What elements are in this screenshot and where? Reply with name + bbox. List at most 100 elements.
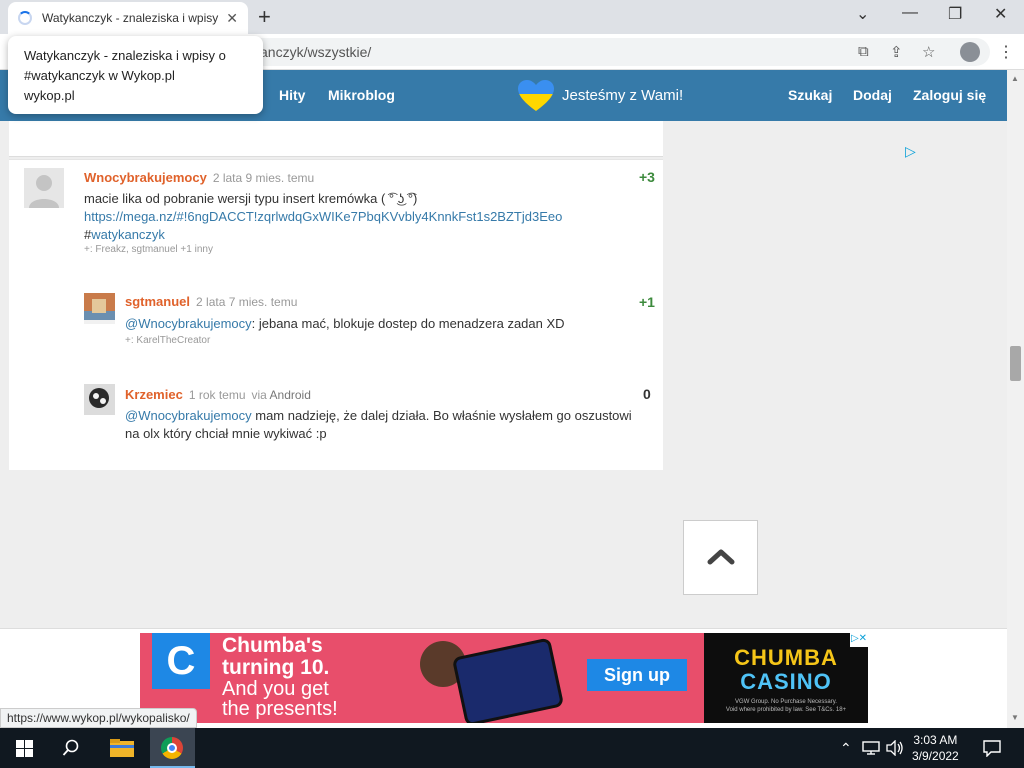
bookmark-star-icon[interactable]: ☆: [922, 43, 935, 61]
ad-fine-2: Void where prohibited by law. See T&Cs. …: [725, 707, 847, 713]
browser-tab[interactable]: Watykanczyk - znaleziska i wpisy ✕: [8, 2, 248, 34]
windows-taskbar: ⌃ 3:03 AM 3/9/2022: [0, 728, 1024, 768]
ad-headline: Chumba's turning 10.: [222, 635, 329, 679]
comment-line-1: @Wnocybrakujemocy mam nadzieję, że dalej…: [125, 407, 655, 425]
share-icon[interactable]: ⇪: [890, 43, 903, 61]
nav-mikroblog[interactable]: Mikroblog: [328, 87, 395, 103]
hashtag-line: #watykanczyk: [84, 226, 644, 244]
ukraine-heart-icon: [518, 80, 554, 111]
hashtag-link[interactable]: watykanczyk: [91, 227, 165, 242]
mention-link[interactable]: @Wnocybrakujemocy: [125, 316, 252, 331]
comment-text: : jebana mać, blokuje dostep do menadzer…: [251, 316, 565, 331]
ad-sub-1: And you get: [222, 678, 329, 700]
chrome-icon: [161, 737, 183, 759]
status-url-bubble: https://www.wykop.pl/wykopalisko/: [0, 708, 197, 728]
scroll-up-arrow-icon[interactable]: ▲: [1011, 74, 1019, 83]
nav-dodaj[interactable]: Dodaj: [853, 87, 892, 103]
chumba-logo-icon: C: [152, 633, 210, 689]
ad-sub-2: the presents!: [222, 698, 338, 720]
scroll-thumb[interactable]: [1010, 346, 1021, 381]
translate-icon[interactable]: ⧉: [858, 43, 869, 60]
browser-tab-bar: Watykanczyk - znaleziska i wpisy ✕ + ⌄ —…: [0, 0, 1024, 34]
avatar[interactable]: [84, 293, 115, 324]
comment-score: +1: [639, 294, 655, 310]
nav-zaloguj[interactable]: Zaloguj się: [913, 87, 986, 103]
comment-author[interactable]: sgtmanuel 2 lata 7 mies. temu: [125, 294, 297, 309]
comment-time[interactable]: 1 rok temu: [189, 388, 246, 402]
ad-signup-button[interactable]: Sign up: [587, 659, 687, 691]
ad-headline-1: Chumba's: [222, 634, 323, 657]
krzemiec-avatar-icon: [84, 384, 115, 415]
tab-title: Watykanczyk - znaleziska i wpisy: [42, 11, 219, 25]
voters-list[interactable]: +: Freakz, sgtmanuel +1 inny: [84, 244, 213, 255]
scroll-down-arrow-icon[interactable]: ▼: [1011, 713, 1019, 722]
restore-icon[interactable]: ❐: [948, 4, 962, 24]
via-label: via: [251, 388, 267, 402]
voters-list[interactable]: +: KarelTheCreator: [125, 335, 210, 346]
author-name[interactable]: sgtmanuel: [125, 294, 190, 309]
comment-time[interactable]: 2 lata 7 mies. temu: [196, 295, 297, 309]
taskbar-clock[interactable]: 3:03 AM 3/9/2022: [912, 732, 959, 764]
ad-banner[interactable]: C Chumba's turning 10. And you get the p…: [140, 633, 868, 723]
mention-link[interactable]: @Wnocybrakujemocy: [125, 408, 252, 423]
profile-avatar-icon[interactable]: [960, 42, 980, 62]
comment-text: mam nadzieję, że dalej działa. Bo właśni…: [251, 408, 632, 423]
comment-body: @Wnocybrakujemocy mam nadzieję, że dalej…: [125, 407, 655, 443]
comment-line-2: na olx który chciał mnie wykiwać :p: [125, 426, 327, 441]
clock-date: 3/9/2022: [912, 749, 959, 763]
tab-search-chevron-icon[interactable]: ⌄: [856, 4, 869, 24]
ad-subline: And you get the presents!: [222, 679, 338, 719]
close-window-icon[interactable]: ✕: [994, 4, 1007, 24]
comment-body: macie lika od pobranie wersji typu inser…: [84, 190, 644, 244]
loading-spinner-icon: [18, 11, 32, 25]
ad-close-icon[interactable]: ▷✕: [850, 633, 868, 647]
ad-headline-2: turning 10.: [222, 656, 330, 679]
hover-card-title-1: Watykanczyk - znaleziska i wpisy o: [24, 48, 226, 63]
file-explorer-icon[interactable]: [110, 739, 134, 757]
nav-szukaj[interactable]: Szukaj: [788, 87, 832, 103]
minimize-icon[interactable]: —: [902, 4, 918, 22]
hover-card-domain: wykop.pl: [24, 88, 75, 103]
ad-phone-image: [451, 637, 565, 723]
ad-brand-1: CHUMBA: [734, 645, 838, 670]
comment-author[interactable]: Wnocybrakujemocy 2 lata 9 mies. temu: [84, 170, 314, 185]
adchoices-icon[interactable]: ▷: [905, 143, 916, 160]
close-tab-icon[interactable]: ✕: [226, 10, 238, 27]
sgtmanuel-avatar-icon: [84, 293, 115, 324]
new-tab-icon[interactable]: +: [258, 4, 271, 30]
default-avatar-icon: [24, 168, 64, 208]
tab-hover-card: Watykanczyk - znaleziska i wpisy o #waty…: [8, 36, 263, 114]
chevron-up-icon: [707, 549, 735, 565]
hover-card-title-2: #watykanczyk w Wykop.pl: [24, 68, 175, 83]
tray-chevron-up-icon[interactable]: ⌃: [840, 740, 852, 757]
comment-time[interactable]: 2 lata 9 mies. temu: [213, 171, 314, 185]
mega-link[interactable]: https://mega.nz/#!6ngDACCT!zqrlwdqGxWIKe…: [84, 208, 644, 226]
solidarity-banner[interactable]: Jesteśmy z Wami!: [562, 87, 683, 104]
notifications-icon[interactable]: [983, 740, 1001, 757]
scroll-to-top-button[interactable]: [683, 520, 758, 595]
search-icon[interactable]: [62, 739, 80, 757]
network-icon[interactable]: [862, 741, 880, 755]
avatar[interactable]: [24, 168, 64, 208]
menu-kebab-icon[interactable]: ⋮: [998, 42, 1014, 62]
comment-text: macie lika od pobranie wersji typu inser…: [84, 191, 418, 206]
clock-time: 3:03 AM: [913, 733, 958, 747]
author-name[interactable]: Wnocybrakujemocy: [84, 170, 207, 185]
page-scrollbar[interactable]: ▲ ▼: [1007, 70, 1024, 728]
ad-brand-2: CASINO: [740, 669, 832, 694]
comment-author[interactable]: Krzemiec 1 rok temu via Android: [125, 387, 311, 402]
comment-score: +3: [639, 169, 655, 185]
url-text: anczyk/wszystkie/: [260, 44, 372, 60]
comment-score: 0: [643, 386, 651, 402]
comment-body: @Wnocybrakujemocy: jebana mać, blokuje d…: [125, 315, 645, 333]
via-android[interactable]: Android: [270, 388, 311, 402]
windows-start-icon[interactable]: [16, 740, 33, 757]
ad-casino-brand: CHUMBA CASINO VGW Group. No Purchase Nec…: [704, 633, 868, 723]
author-name[interactable]: Krzemiec: [125, 387, 183, 402]
avatar[interactable]: [84, 384, 115, 415]
nav-hity[interactable]: Hity: [279, 87, 305, 103]
volume-icon[interactable]: [886, 740, 904, 756]
via-platform: via Android: [252, 388, 311, 402]
ad-fine-1: VGW Group. No Purchase Necessary.: [735, 699, 837, 705]
ad-fine-print: VGW Group. No Purchase Necessary. Void w…: [704, 698, 868, 714]
